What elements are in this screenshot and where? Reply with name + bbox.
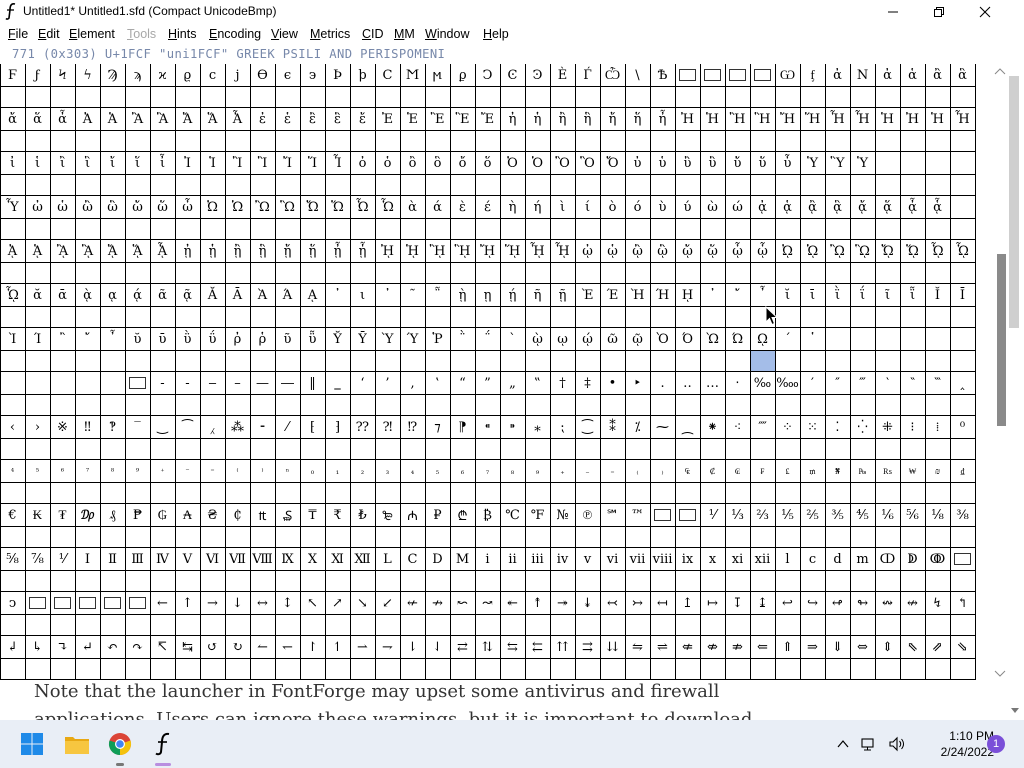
file-explorer-taskbar-button[interactable] bbox=[57, 724, 97, 764]
menu-label-rest: ints bbox=[177, 27, 197, 41]
page-scroll-thumb[interactable] bbox=[1009, 76, 1019, 328]
clock-time: 1:10 PM bbox=[949, 729, 994, 743]
menu-tools: Tools bbox=[123, 26, 160, 41]
background-text-line: applications. Users can ignore these war… bbox=[34, 709, 753, 720]
menu-mnemonic: M bbox=[394, 27, 405, 41]
menu-mnemonic: C bbox=[362, 27, 372, 41]
clock-date: 2/24/2022 bbox=[940, 745, 994, 759]
menu-mnemonic: M bbox=[310, 27, 321, 41]
fontforge-taskbar-button[interactable] bbox=[143, 724, 183, 764]
menu-help[interactable]: Help bbox=[479, 26, 513, 41]
background-text-line: Note that the launcher in FontForge may … bbox=[34, 681, 720, 702]
menu-metrics[interactable]: Metrics bbox=[306, 26, 354, 41]
menu-mnemonic: H bbox=[168, 27, 178, 41]
page-scroll-down-arrow-icon[interactable] bbox=[1010, 707, 1020, 715]
fontforge-app-icon[interactable] bbox=[4, 2, 18, 20]
network-icon[interactable] bbox=[860, 736, 878, 752]
volume-icon[interactable] bbox=[888, 736, 906, 752]
menu-encoding[interactable]: Encoding bbox=[205, 26, 265, 41]
menu-mnemonic: H bbox=[483, 27, 493, 41]
menu-element[interactable]: Element bbox=[65, 26, 119, 41]
menu-hints[interactable]: Hints bbox=[164, 26, 200, 41]
scroll-up-arrow-icon[interactable] bbox=[994, 66, 1006, 76]
menu-cid[interactable]: CID bbox=[358, 26, 388, 41]
grid-lines bbox=[0, 64, 976, 680]
glyph-info-line: 771 (0x303) U+1FCF "uni1FCF" GREEK PSILI… bbox=[12, 47, 446, 61]
menu-label-rest: elp bbox=[492, 27, 509, 41]
menu-label-rest: dit bbox=[46, 27, 60, 41]
minimize-icon bbox=[888, 11, 898, 12]
close-button[interactable] bbox=[962, 0, 1008, 23]
fontforge-icon bbox=[155, 732, 170, 756]
menu-mnemonic: V bbox=[271, 27, 280, 41]
menu-window[interactable]: Window bbox=[421, 26, 473, 41]
menu-label-rest: indow bbox=[436, 27, 470, 41]
fontforge-active-indicator bbox=[155, 763, 171, 766]
notification-badge[interactable]: 1 bbox=[987, 735, 1005, 753]
menu-label-rest: lement bbox=[77, 27, 115, 41]
menu-label-rest: ools bbox=[133, 27, 157, 41]
system-tray bbox=[836, 734, 906, 754]
menu-label-rest: ncoding bbox=[217, 27, 262, 41]
restore-icon bbox=[934, 6, 944, 17]
glyph-grid-view[interactable]: Ϝϝ Ϟϟ Ϡϡ ϰ ϱ ϲ ϳ ϴϵ ϶ Ϸϸ Ϲ Ϻϻ ϼ Ͻ Ͼ Ͽ Ѐ Ѓ Ѽ \ Ѣ Ѡᶂ ἀ Νἀ ἁ ἂ ἃ ἄ ἅ ἆ Ἀ Ἁ… bbox=[0, 64, 993, 680]
menu-view[interactable]: View bbox=[267, 26, 302, 41]
grid-scroll-thumb[interactable] bbox=[997, 254, 1006, 426]
menu-bar: File Edit Element Tools Hints Encoding View Met… bbox=[0, 26, 1024, 45]
menu-label-rest: M bbox=[404, 27, 415, 41]
title-bar: Untitled1* Untitled1.sfd (Compact Unicod… bbox=[0, 0, 1024, 23]
mouse-cursor-icon bbox=[765, 306, 779, 326]
menu-mnemonic: W bbox=[425, 27, 437, 41]
close-icon bbox=[979, 6, 991, 17]
menu-file[interactable]: File bbox=[4, 26, 32, 41]
taskbar-clock[interactable]: 1:10 PM 2/24/2022 bbox=[918, 728, 994, 760]
maximize-button[interactable] bbox=[916, 0, 962, 23]
scroll-down-arrow-icon[interactable] bbox=[994, 669, 1006, 679]
chrome-taskbar-button[interactable] bbox=[100, 724, 140, 764]
menu-label-rest: ID bbox=[371, 27, 384, 41]
chevron-up-icon[interactable] bbox=[836, 737, 850, 751]
background-webpage-text: Note that the launcher in FontForge may … bbox=[34, 678, 994, 720]
chrome-running-indicator bbox=[116, 763, 124, 766]
start-button[interactable] bbox=[12, 724, 52, 764]
menu-edit[interactable]: Edit bbox=[34, 26, 64, 41]
chrome-icon bbox=[108, 733, 132, 756]
menu-label-rest: etrics bbox=[320, 27, 351, 41]
windows-logo-icon bbox=[21, 733, 43, 755]
folder-icon bbox=[65, 737, 89, 754]
menu-mm[interactable]: MM bbox=[390, 26, 419, 41]
minimize-button[interactable] bbox=[870, 0, 916, 23]
menu-mnemonic: F bbox=[8, 27, 16, 41]
menu-label-rest: ile bbox=[15, 27, 29, 41]
window-title: Untitled1* Untitled1.sfd (Compact Unicod… bbox=[23, 4, 277, 18]
menu-label-rest: iew bbox=[279, 27, 298, 41]
